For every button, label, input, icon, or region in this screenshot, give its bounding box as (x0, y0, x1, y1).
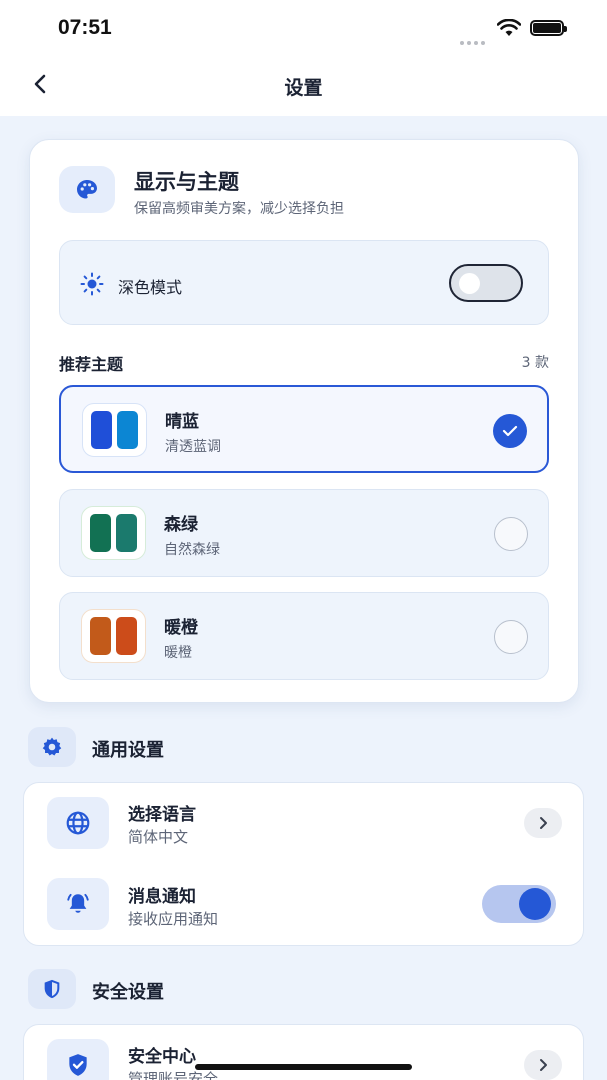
dark-mode-row: 深色模式 (59, 240, 549, 325)
chevron-right-icon (540, 1059, 547, 1071)
swatch-primary (91, 411, 112, 449)
notification-row: 消息通知 接收应用通知 (24, 865, 585, 947)
swatch-primary (90, 514, 111, 552)
recommended-themes-heading: 推荐主题 (59, 355, 124, 374)
bell-icon (67, 893, 89, 913)
globe-icon-box (47, 797, 109, 849)
general-settings-label: 通用设置 (92, 740, 164, 761)
security-center-row[interactable]: 安全中心 管理账号安全 (24, 1025, 585, 1080)
themes-count: 3 款 (521, 355, 549, 371)
toggle-knob (519, 888, 551, 920)
theme-name: 森绿 (164, 515, 198, 535)
wifi-icon (496, 18, 522, 41)
sun-icon (80, 272, 104, 296)
theme-radio-checked[interactable] (493, 414, 527, 448)
theme-swatch (81, 506, 146, 560)
theme-desc: 自然森绿 (164, 542, 220, 558)
shield-icon-box (28, 969, 76, 1009)
general-settings-card: 选择语言 简体中文 消息通知 接收应用通知 (23, 782, 584, 946)
home-indicator (195, 1064, 412, 1070)
gear-icon-box (28, 727, 76, 767)
item-title: 安全中心 (128, 1047, 196, 1067)
page-title: 设置 (284, 77, 323, 99)
palette-icon-box (59, 166, 115, 213)
status-bar: 07:51 (0, 0, 607, 56)
display-theme-title: 显示与主题 (134, 170, 239, 194)
checkmark-icon (502, 425, 518, 437)
theme-option-warm-orange[interactable]: 暖橙 暖橙 (59, 592, 549, 680)
display-theme-card: 显示与主题 保留高频审美方案，减少选择负担 深色模式 推荐主题 3 款 晴蓝 清… (29, 139, 579, 703)
theme-option-forest-green[interactable]: 森绿 自然森绿 (59, 489, 549, 577)
chevron-right-icon (540, 817, 547, 829)
shield-icon (44, 979, 60, 999)
bell-icon-box (47, 878, 109, 930)
item-title: 消息通知 (128, 887, 196, 907)
theme-radio[interactable] (494, 517, 528, 551)
palette-icon (77, 179, 97, 198)
status-time: 07:51 (58, 16, 112, 39)
item-subtitle: 简体中文 (128, 828, 189, 846)
swatch-primary (90, 617, 111, 655)
dark-mode-label: 深色模式 (118, 278, 183, 297)
toggle-knob (459, 273, 480, 294)
swatch-secondary (116, 617, 137, 655)
theme-swatch (82, 403, 147, 457)
nav-bar: 设置 (0, 56, 607, 116)
language-row[interactable]: 选择语言 简体中文 (24, 783, 585, 865)
item-title: 选择语言 (128, 805, 196, 825)
notification-toggle[interactable] (482, 885, 556, 923)
signal-dots-icon (460, 30, 488, 49)
swatch-secondary (117, 411, 138, 449)
gear-icon (42, 737, 62, 756)
security-settings-card: 安全中心 管理账号安全 (23, 1024, 584, 1080)
swatch-secondary (116, 514, 137, 552)
theme-desc: 暖橙 (164, 645, 192, 661)
theme-name: 晴蓝 (165, 412, 199, 432)
theme-radio[interactable] (494, 620, 528, 654)
security-settings-label: 安全设置 (92, 982, 164, 1003)
shield-check-icon-box (47, 1039, 109, 1080)
theme-desc: 清透蓝调 (165, 439, 221, 455)
theme-swatch (81, 609, 146, 663)
globe-icon (66, 811, 90, 835)
battery-icon (530, 20, 567, 36)
display-theme-subtitle: 保留高频审美方案，减少选择负担 (134, 201, 344, 217)
language-chevron-button[interactable] (524, 808, 562, 838)
theme-name: 暖橙 (164, 618, 198, 638)
security-chevron-button[interactable] (524, 1050, 562, 1080)
theme-option-sky-blue[interactable]: 晴蓝 清透蓝调 (59, 385, 549, 473)
item-subtitle: 接收应用通知 (128, 910, 219, 928)
shield-check-icon (69, 1054, 87, 1076)
dark-mode-toggle[interactable] (449, 264, 523, 302)
